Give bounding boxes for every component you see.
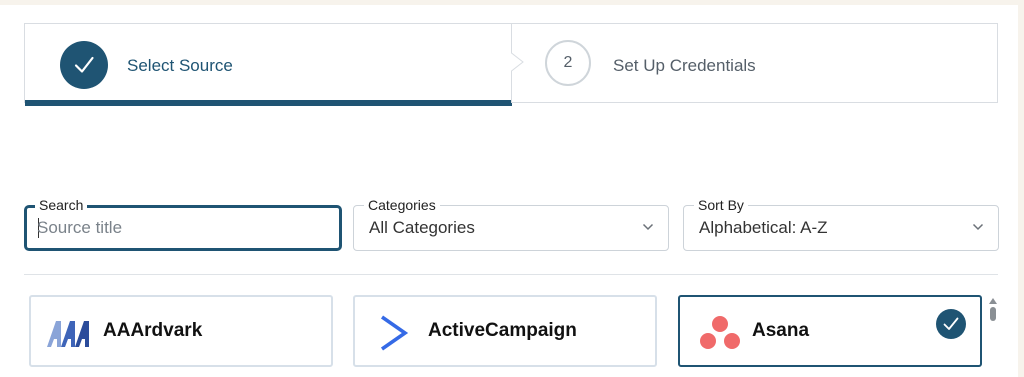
aaardvark-logo-icon xyxy=(47,321,89,347)
asana-logo-icon xyxy=(700,316,740,349)
selected-badge xyxy=(936,309,966,339)
scrollbar-thumb[interactable] xyxy=(990,307,996,321)
step-number-badge: 2 xyxy=(545,40,591,86)
check-icon xyxy=(943,317,959,330)
activecampaign-logo-icon xyxy=(380,315,409,351)
categories-label: Categories xyxy=(364,196,440,214)
chevron-down-icon xyxy=(972,223,984,231)
source-name: ActiveCampaign xyxy=(428,320,577,341)
sort-by-value: Alphabetical: A-Z xyxy=(699,218,828,237)
scroll-up-arrow-icon[interactable] xyxy=(989,298,997,304)
page-panel: Select Source 2 Set Up Credentials Searc… xyxy=(0,5,1018,377)
step-select-source[interactable]: Select Source xyxy=(25,24,512,106)
source-card-activecampaign[interactable]: ActiveCampaign xyxy=(353,295,657,367)
check-icon xyxy=(74,56,94,73)
source-name: Asana xyxy=(752,320,810,341)
stepper: Select Source 2 Set Up Credentials xyxy=(24,23,998,106)
search-label: Search xyxy=(35,196,88,214)
source-card-asana[interactable]: Asana xyxy=(678,295,982,367)
chevron-down-icon xyxy=(642,223,654,231)
source-name: AAArdvark xyxy=(103,320,203,341)
search-field: Search xyxy=(24,196,342,251)
sort-by-label: Sort By xyxy=(694,196,748,214)
step-setup-credentials[interactable]: Set Up Credentials xyxy=(613,56,756,76)
divider xyxy=(24,274,998,275)
search-input[interactable] xyxy=(37,216,327,240)
step-completed-badge xyxy=(60,41,108,89)
step-separator-icon xyxy=(511,23,524,103)
sort-by-select[interactable]: Sort By Alphabetical: A-Z xyxy=(683,196,999,251)
categories-select[interactable]: Categories All Categories xyxy=(353,196,669,251)
categories-value: All Categories xyxy=(369,218,475,237)
source-card-aaardvark[interactable]: AAArdvark xyxy=(29,295,333,367)
step-label: Select Source xyxy=(127,56,233,75)
